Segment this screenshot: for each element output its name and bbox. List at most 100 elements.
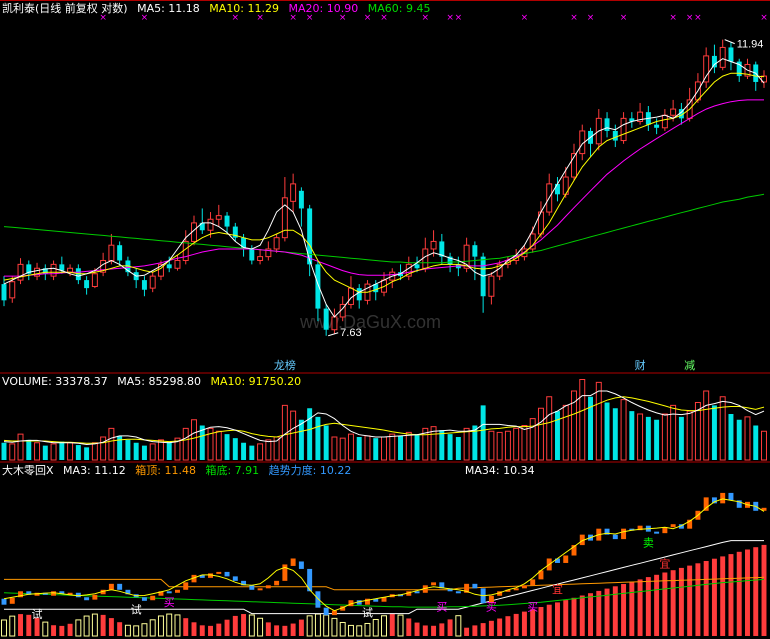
volume-bar xyxy=(480,405,486,460)
indicator-histogram-bar xyxy=(232,615,238,636)
indicator-histogram-bar xyxy=(117,622,123,636)
indicator-histogram-bar xyxy=(662,572,668,636)
volume-bar xyxy=(389,433,396,461)
indicator-histogram-bar xyxy=(133,625,140,637)
candle xyxy=(117,241,123,266)
signal-try: 试 xyxy=(131,604,142,617)
candle xyxy=(50,260,57,281)
volume-bar xyxy=(323,425,329,460)
indicator-histogram-bar xyxy=(637,579,643,636)
candle xyxy=(422,237,429,273)
candle-body xyxy=(661,114,668,129)
indicator-candle xyxy=(563,555,569,563)
volume-bar xyxy=(108,427,115,461)
indicator-histogram-bar xyxy=(372,618,379,637)
indicator-histogram-bar xyxy=(141,623,148,637)
indicator-histogram-bar xyxy=(42,621,49,637)
candle xyxy=(232,222,238,242)
indicator-histogram-bar xyxy=(728,554,734,636)
event-marker: × xyxy=(455,13,463,23)
candle-body xyxy=(141,280,147,290)
tag-longbang: 龙榜 xyxy=(274,358,296,372)
indicator-histogram-bar xyxy=(563,600,569,636)
candle xyxy=(1,276,7,307)
indicator-histogram-bar xyxy=(389,614,395,636)
indicator-histogram-bar xyxy=(703,561,709,636)
candle-body xyxy=(166,264,172,269)
volume-bar xyxy=(307,408,313,460)
vol-ma5-label: MA5: 85298.80 xyxy=(117,375,201,388)
indicator-histogram-bar xyxy=(9,615,16,637)
candle xyxy=(298,187,304,227)
candle-body xyxy=(356,288,362,301)
indicator-histogram-bar xyxy=(339,621,346,637)
volume-bar xyxy=(339,437,346,461)
candle xyxy=(595,109,602,151)
ma60-label: MA60: 9.45 xyxy=(367,2,431,15)
volume-bar xyxy=(537,407,544,461)
indicator-histogram-bar xyxy=(753,547,759,636)
volume-bar xyxy=(191,419,197,461)
indicator-candle xyxy=(455,591,461,594)
candle xyxy=(761,70,767,88)
volume-bar xyxy=(331,436,338,461)
candle xyxy=(588,127,593,157)
indicator-candle xyxy=(654,531,660,534)
indicator-histogram-bar xyxy=(51,625,57,636)
candle xyxy=(281,177,288,242)
indicator-histogram-bar xyxy=(654,574,660,636)
volume-bar xyxy=(736,419,742,460)
indicator-histogram-bar xyxy=(397,614,404,637)
volume-bar xyxy=(1,442,7,460)
volume-bar xyxy=(496,431,503,461)
candle-body xyxy=(315,264,321,309)
indicator-candle xyxy=(183,582,189,590)
indicator-histogram-bar xyxy=(100,614,106,636)
candle xyxy=(711,44,717,74)
indicator-histogram-bar xyxy=(720,556,726,636)
event-marker: × xyxy=(669,13,677,23)
volume-bar xyxy=(125,439,131,460)
candle xyxy=(703,47,710,88)
indicator-candle xyxy=(298,561,304,569)
volume-bar xyxy=(298,419,304,460)
event-marker: × xyxy=(446,13,454,23)
candle xyxy=(439,233,445,265)
volume-bar xyxy=(232,438,238,460)
candle xyxy=(620,112,627,144)
chart-canvas: www.DaGuX.com11.947.63× × × × × × × × × × × × × × × × × ×… xyxy=(0,0,770,637)
candle-body xyxy=(555,183,560,195)
indicator-candle xyxy=(92,594,98,600)
indicator-candle xyxy=(84,597,90,601)
candle xyxy=(728,41,734,71)
indicator-histogram-bar xyxy=(455,615,462,637)
candle xyxy=(26,260,32,281)
candle xyxy=(736,58,742,82)
indicator-histogram-bar xyxy=(588,593,593,636)
volume-bar xyxy=(595,381,602,461)
candle xyxy=(604,112,610,138)
indicator-histogram-bar xyxy=(290,623,296,636)
indicator-histogram-bar xyxy=(422,625,428,636)
indicator-histogram-bar xyxy=(497,618,503,636)
indicator-histogram-bar xyxy=(431,625,437,636)
volume-bar xyxy=(439,430,445,460)
indicator-histogram-bar xyxy=(241,614,247,636)
candle xyxy=(149,272,156,293)
candle xyxy=(488,272,495,305)
event-marker: × xyxy=(521,13,529,23)
volume-bar xyxy=(257,443,264,461)
volume-bar xyxy=(686,410,693,461)
volume-bar xyxy=(398,435,403,460)
volume-header: VOLUME: 33378.37 MA5: 85298.80 MA10: 917… xyxy=(2,375,307,389)
indicator-candle xyxy=(224,571,230,577)
volume-bar xyxy=(290,410,297,461)
event-marker: × xyxy=(760,13,768,23)
volume-bar xyxy=(405,431,412,461)
indicator-histogram-bar xyxy=(331,617,338,637)
volume-bar xyxy=(504,430,511,461)
ma5-label: MA5: 11.18 xyxy=(137,2,200,15)
candle-body xyxy=(149,275,156,289)
main-chart-header: 凯利泰(日线 前复权 对数) MA5: 11.18 MA10: 11.29 MA… xyxy=(2,2,436,16)
indicator-histogram-bar xyxy=(695,563,701,636)
